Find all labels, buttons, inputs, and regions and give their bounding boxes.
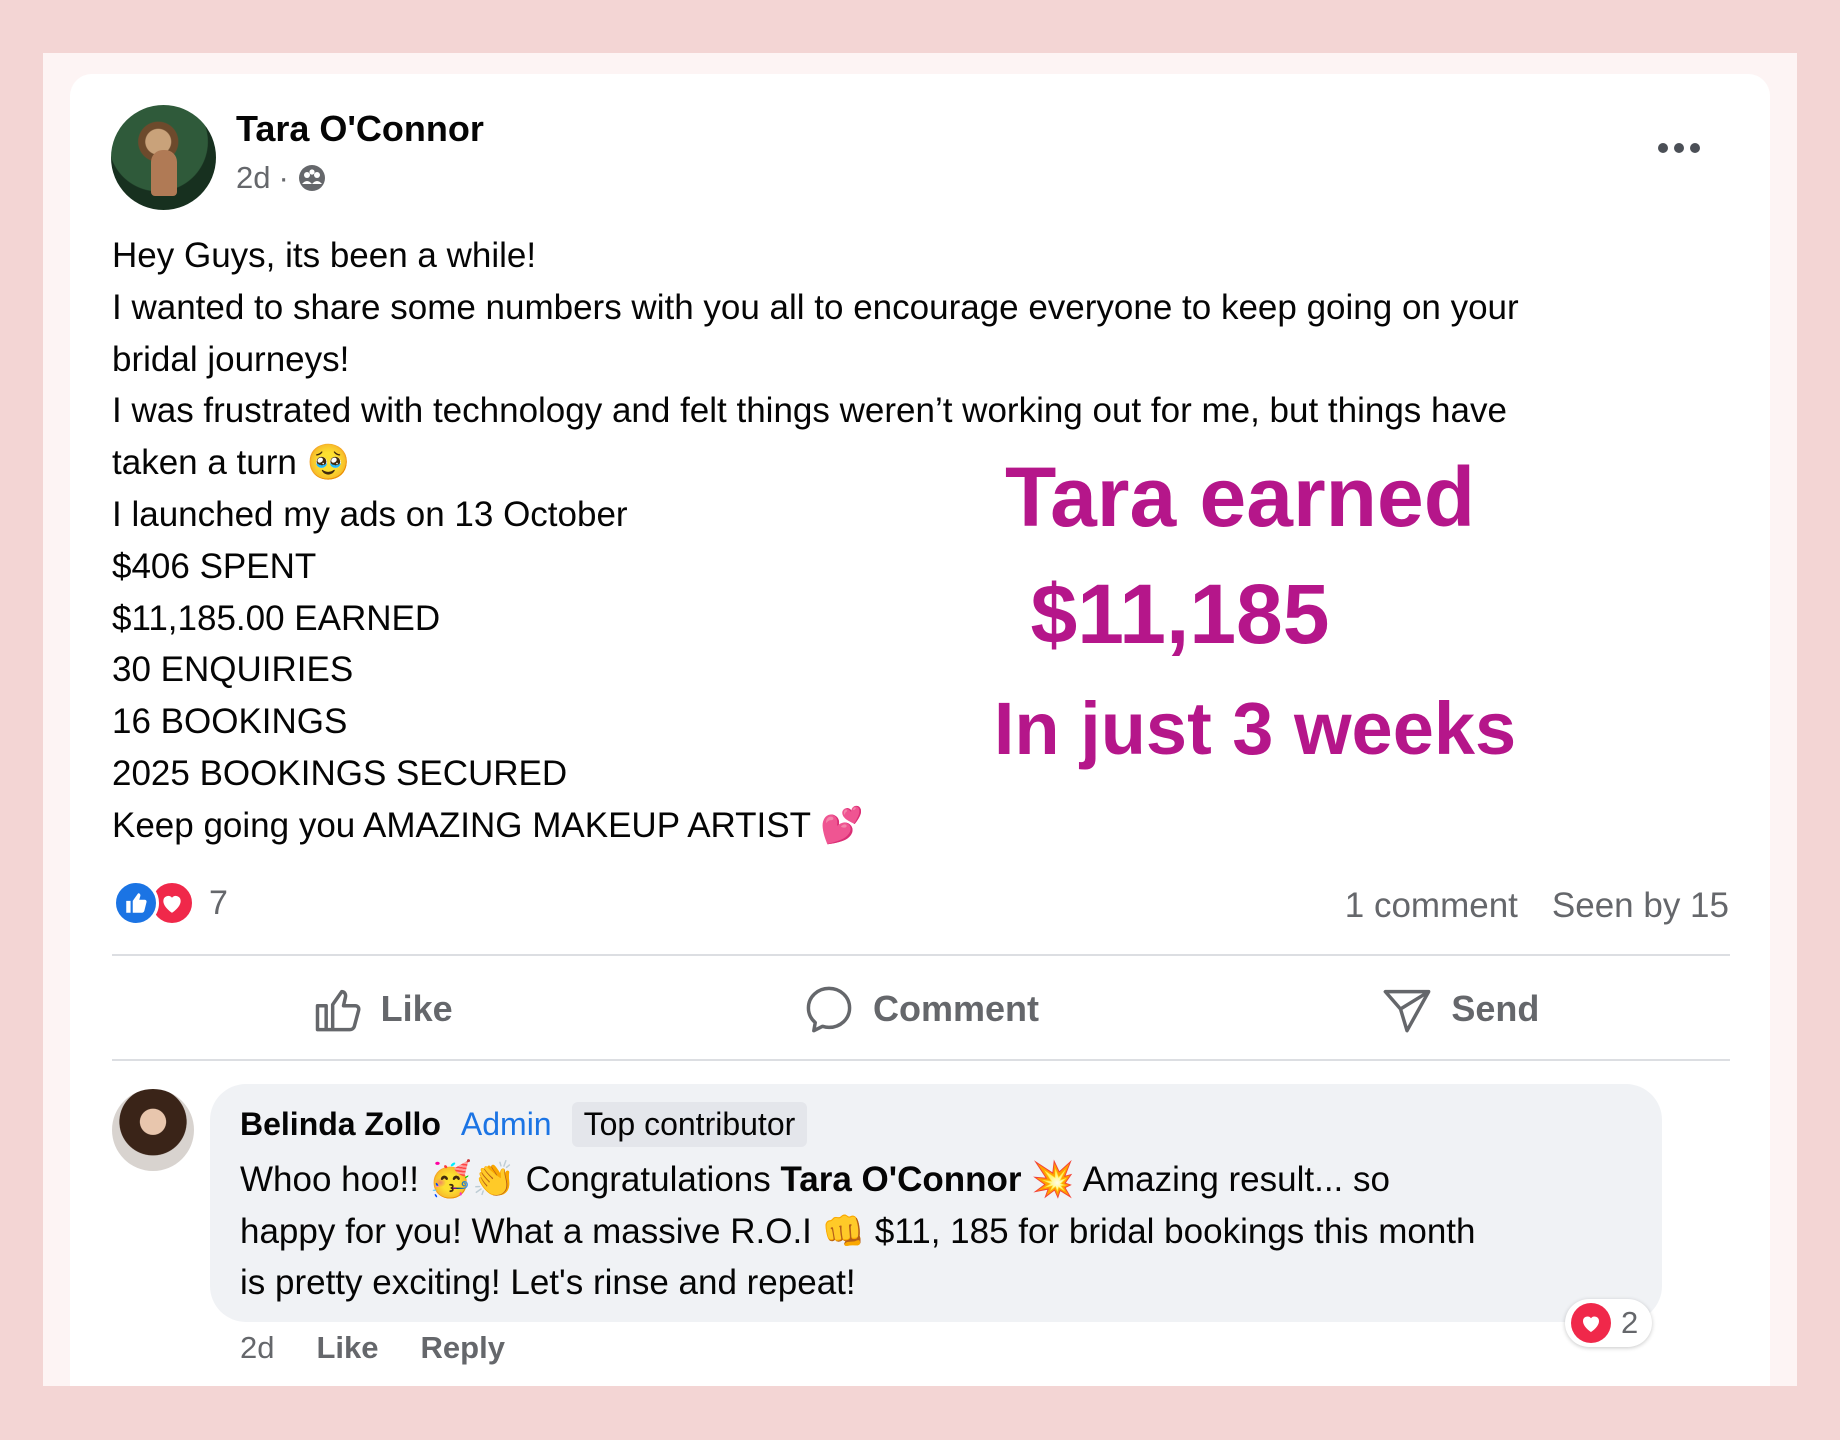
comment-time[interactable]: 2d: [240, 1330, 274, 1366]
divider: [112, 1059, 1730, 1061]
reaction-summary[interactable]: 7: [113, 880, 228, 926]
commenter-name[interactable]: Belinda Zollo: [240, 1106, 441, 1143]
post-line: bridal journeys!: [112, 339, 350, 379]
admin-badge: Admin: [460, 1106, 552, 1142]
overlay-headline: Tara earned: [1005, 450, 1475, 544]
comment-like-button[interactable]: Like: [316, 1330, 378, 1366]
comment-line: Whoo hoo!! 🥳👏 Congratulations Tara O'Con…: [240, 1154, 1640, 1206]
post-line: I wanted to share some numbers with you …: [112, 287, 1519, 327]
comment-label: Comment: [872, 988, 1039, 1029]
overlay-subline: In just 3 weeks: [993, 687, 1517, 770]
post-line: Hey Guys, its been a while!: [112, 236, 537, 275]
send-button[interactable]: Send: [1191, 964, 1730, 1054]
comment-reaction-badge[interactable]: 2: [1565, 1299, 1653, 1347]
comment-text: Whoo hoo!! 🥳👏 Congratulations Tara O'Con…: [240, 1154, 1640, 1309]
comment-reply-button[interactable]: Reply: [421, 1330, 505, 1366]
like-button[interactable]: Like: [112, 964, 651, 1054]
seen-by-link[interactable]: Seen by 15: [1552, 886, 1729, 926]
send-label: Send: [1451, 988, 1540, 1029]
top-contributor-badge: Top contributor: [571, 1102, 808, 1147]
action-bar: Like Comment Send: [112, 964, 1730, 1054]
love-reaction-icon: [1571, 1303, 1611, 1343]
reaction-count: 7: [209, 883, 228, 922]
comment-reaction-count: 2: [1621, 1305, 1639, 1340]
comment-line: happy for you! What a massive R.O.I 👊 $1…: [240, 1211, 1476, 1251]
meta-separator: ·: [278, 160, 289, 195]
post-line: $406 SPENT: [112, 546, 317, 586]
commenter-header: Belinda Zollo Admin Top contributor: [240, 1102, 808, 1147]
comment-text-part: Whoo hoo!! 🥳👏 Congratulations: [240, 1160, 781, 1199]
mention-link[interactable]: Tara O'Connor: [780, 1160, 1021, 1199]
post-line: Keep going you AMAZING MAKEUP ARTIST 💕: [112, 805, 864, 845]
divider: [112, 954, 1730, 956]
comment-bubble-icon: [806, 986, 852, 1033]
post-line: $11,185.00 EARNED: [112, 598, 441, 638]
more-options-icon[interactable]: [1656, 136, 1702, 160]
thumbs-up-icon: [315, 989, 361, 1032]
comment-bubble: Belinda Zollo Admin Top contributor Whoo…: [210, 1084, 1662, 1322]
comment-actions: 2d Like Reply: [240, 1330, 505, 1366]
comment-button[interactable]: Comment: [651, 964, 1190, 1054]
post-meta: 2d ·: [236, 160, 327, 196]
like-reaction-icon: [113, 880, 159, 926]
overlay-amount: $11,185: [1030, 567, 1330, 661]
commenter-avatar[interactable]: [112, 1089, 194, 1171]
comment-line: is pretty exciting! Let's rinse and repe…: [240, 1263, 856, 1302]
author-name[interactable]: Tara O'Connor: [236, 108, 484, 150]
comment-count-link[interactable]: 1 comment: [1345, 886, 1518, 926]
comment-text-part: 💥 Amazing result... so: [1021, 1160, 1390, 1199]
like-label: Like: [380, 988, 453, 1029]
send-icon: [1383, 989, 1431, 1033]
post-time[interactable]: 2d: [236, 160, 270, 196]
post-line: I was frustrated with technology and fel…: [112, 391, 1507, 431]
post-stats: 1 comment Seen by 15: [1345, 886, 1729, 926]
author-avatar[interactable]: [111, 105, 216, 210]
post-card: Tara O'Connor 2d · Hey Guys, its been a …: [70, 74, 1770, 1386]
group-icon: [298, 165, 325, 191]
